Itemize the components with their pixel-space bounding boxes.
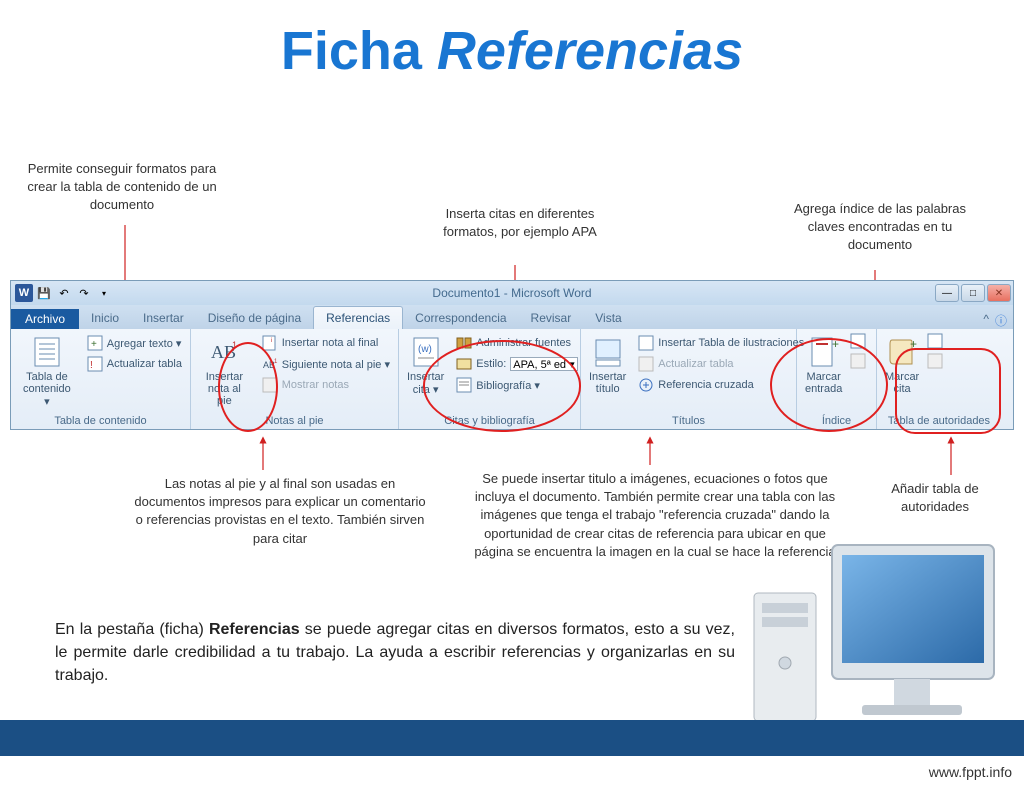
svg-text:!: ! [90, 360, 93, 371]
annotation-indice: Agrega índice de las palabras claves enc… [780, 200, 980, 255]
next-footnote-button[interactable]: AB1Siguiente nota al pie ▾ [258, 354, 394, 374]
titlebar: W 💾 ↶ ↷ ▾ Documento1 - Microsoft Word — … [11, 281, 1013, 305]
word-app-icon[interactable]: W [15, 284, 33, 302]
annotation-footnotes: Las notas al pie y al final son usadas e… [130, 475, 430, 548]
page-title: Ficha Referencias [0, 20, 1024, 82]
update-captions-icon [638, 356, 654, 372]
toc-icon [31, 336, 63, 368]
crossref-icon [638, 377, 654, 393]
qat-dropdown-icon[interactable]: ▾ [95, 284, 113, 302]
highlight-footnote [218, 342, 278, 432]
table-illus-icon [638, 335, 654, 351]
add-text-icon: + [87, 335, 103, 351]
tab-mailings[interactable]: Correspondencia [403, 307, 518, 329]
redo-icon[interactable]: ↷ [75, 284, 93, 302]
update-icon: ! [87, 356, 103, 372]
footer-bar [0, 720, 1024, 756]
insert-endnote-button[interactable]: iInsertar nota al final [258, 333, 394, 353]
group-label-toc: Tabla de contenido [15, 413, 186, 429]
add-text-button[interactable]: +Agregar texto ▾ [83, 333, 186, 353]
minimize-button[interactable]: — [935, 284, 959, 302]
close-button[interactable]: ✕ [987, 284, 1011, 302]
window-title: Documento1 - Microsoft Word [432, 286, 591, 300]
insert-caption-button[interactable]: Insertar título [585, 333, 630, 398]
annotation-citas: Inserta citas en diferentes formatos, po… [420, 205, 620, 241]
svg-text:+: + [91, 339, 97, 350]
insert-table-illustrations-button[interactable]: Insertar Tabla de ilustraciones [634, 333, 808, 353]
svg-text:i: i [271, 338, 272, 344]
maximize-button[interactable]: □ [961, 284, 985, 302]
tab-view[interactable]: Vista [583, 307, 633, 329]
help-icon[interactable]: ⓘ [995, 312, 1007, 329]
group-label-captions: Títulos [585, 413, 792, 429]
caption-icon [592, 336, 624, 368]
annotation-autoridades: Añadir tabla de autoridades [870, 480, 1000, 516]
svg-text:(w): (w) [418, 344, 432, 355]
highlight-citations [423, 340, 581, 432]
tab-page-layout[interactable]: Diseño de página [196, 307, 313, 329]
tab-insert[interactable]: Insertar [131, 307, 196, 329]
undo-icon[interactable]: ↶ [55, 284, 73, 302]
show-notes-button: Mostrar notas [258, 375, 394, 395]
footer-url: www.fppt.info [929, 764, 1012, 780]
annotation-toc: Permite conseguir formatos para crear la… [12, 160, 232, 215]
tab-references[interactable]: Referencias [313, 306, 403, 329]
highlight-authorities [895, 348, 1001, 434]
tab-file[interactable]: Archivo [11, 309, 79, 329]
tab-home[interactable]: Inicio [79, 307, 131, 329]
insert-authorities-icon[interactable] [927, 333, 943, 349]
computer-illustration [744, 523, 1004, 738]
table-of-contents-button[interactable]: Tabla de contenido ▾ [15, 333, 79, 411]
tab-review[interactable]: Revisar [519, 307, 584, 329]
minimize-ribbon-icon[interactable]: ^ [983, 312, 989, 329]
update-toc-button[interactable]: !Actualizar tabla [83, 354, 186, 374]
body-paragraph: En la pestaña (ficha) Referencias se pue… [55, 618, 735, 688]
save-icon[interactable]: 💾 [35, 284, 53, 302]
svg-text:1: 1 [274, 359, 278, 365]
highlight-index [770, 338, 888, 432]
ribbon-tabs: Archivo Inicio Insertar Diseño de página… [11, 305, 1013, 329]
